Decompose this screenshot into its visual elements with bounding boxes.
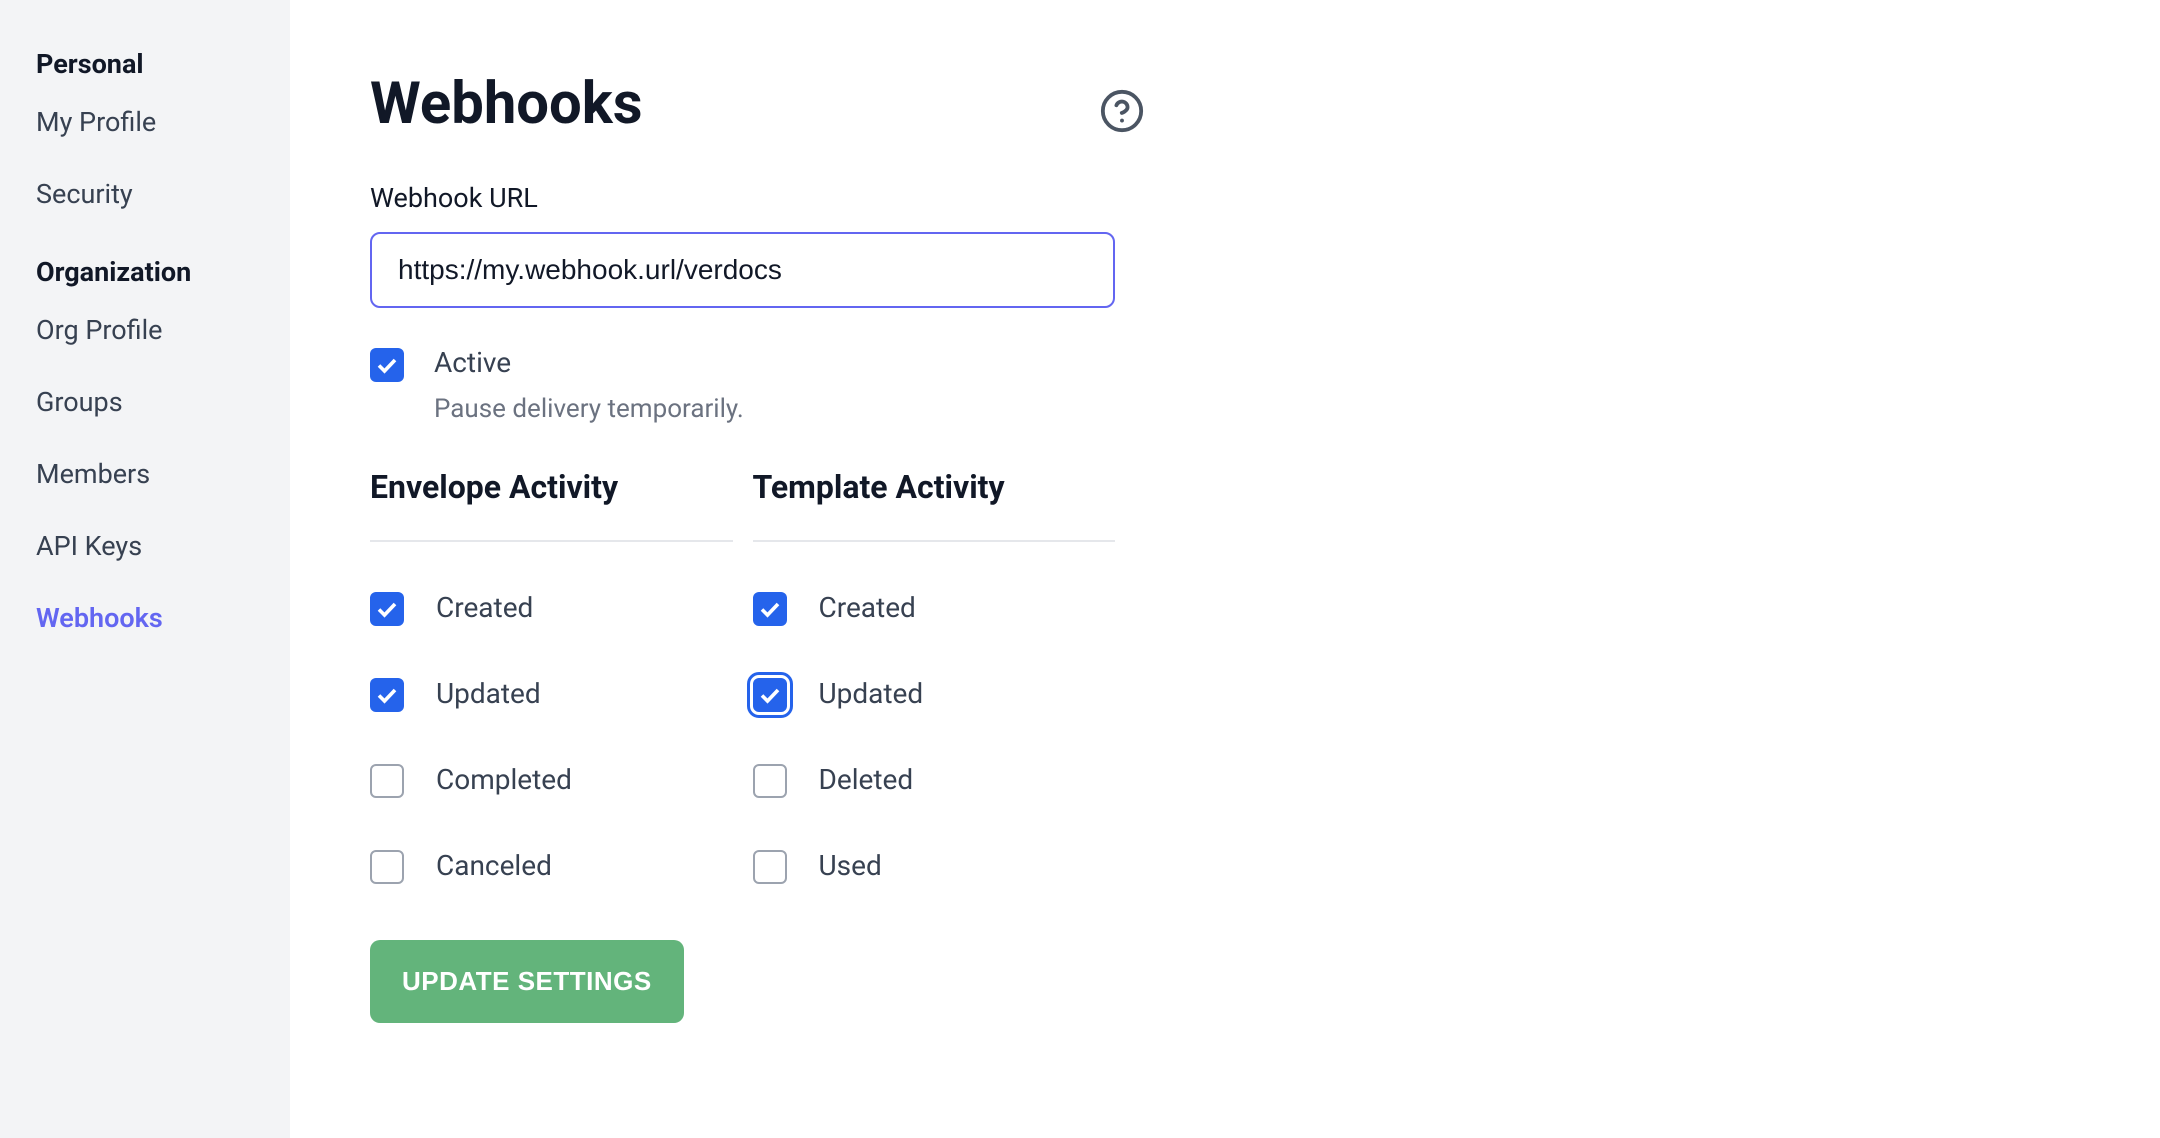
sidebar-item-my-profile[interactable]: My Profile <box>36 106 254 138</box>
envelope-updated-row: Updated <box>370 676 733 712</box>
template-used-label: Used <box>819 849 882 882</box>
template-deleted-checkbox[interactable] <box>753 764 787 798</box>
template-deleted-row: Deleted <box>753 762 1116 798</box>
template-created-label: Created <box>819 591 916 624</box>
template-used-checkbox[interactable] <box>753 850 787 884</box>
envelope-created-checkbox[interactable] <box>370 592 404 626</box>
sidebar-item-members[interactable]: Members <box>36 458 254 490</box>
envelope-canceled-checkbox[interactable] <box>370 850 404 884</box>
active-help: Pause delivery temporarily. <box>434 394 744 424</box>
envelope-updated-label: Updated <box>436 677 541 710</box>
envelope-activity-heading: Envelope Activity <box>370 468 733 542</box>
envelope-created-label: Created <box>436 591 533 624</box>
page-title: Webhooks <box>370 70 1115 138</box>
help-circle-icon[interactable] <box>1099 88 1145 134</box>
envelope-created-row: Created <box>370 590 733 626</box>
envelope-canceled-label: Canceled <box>436 849 552 882</box>
right-whitespace <box>1205 0 2160 1138</box>
active-checkbox[interactable] <box>370 348 404 382</box>
template-activity-column: Template Activity Created Updated Delete… <box>753 468 1116 1023</box>
main-content: Webhooks Webhook URL Active Pause delive… <box>290 0 1205 1138</box>
sidebar-section-personal: Personal My Profile Security <box>36 48 254 210</box>
template-created-row: Created <box>753 590 1116 626</box>
webhook-url-input[interactable] <box>370 232 1115 308</box>
sidebar-item-groups[interactable]: Groups <box>36 386 254 418</box>
update-settings-button[interactable]: Update Settings <box>370 940 684 1023</box>
sidebar-item-webhooks[interactable]: Webhooks <box>36 602 254 634</box>
sidebar-item-security[interactable]: Security <box>36 178 254 210</box>
envelope-updated-checkbox[interactable] <box>370 678 404 712</box>
template-updated-label: Updated <box>819 677 924 710</box>
webhook-url-label: Webhook URL <box>370 182 1115 214</box>
envelope-completed-checkbox[interactable] <box>370 764 404 798</box>
envelope-completed-row: Completed <box>370 762 733 798</box>
sidebar-heading-organization: Organization <box>36 256 254 288</box>
template-updated-row: Updated <box>753 676 1116 712</box>
sidebar-heading-personal: Personal <box>36 48 254 80</box>
envelope-activity-column: Envelope Activity Created Updated Comple… <box>370 468 733 1023</box>
active-label: Active <box>434 346 744 380</box>
template-deleted-label: Deleted <box>819 763 914 796</box>
template-used-row: Used <box>753 848 1116 884</box>
active-row: Active Pause delivery temporarily. <box>370 346 1115 424</box>
template-created-checkbox[interactable] <box>753 592 787 626</box>
template-updated-checkbox[interactable] <box>753 678 787 712</box>
envelope-completed-label: Completed <box>436 763 572 796</box>
envelope-canceled-row: Canceled <box>370 848 733 884</box>
sidebar-item-api-keys[interactable]: API Keys <box>36 530 254 562</box>
sidebar: Personal My Profile Security Organizatio… <box>0 0 290 1138</box>
activity-columns: Envelope Activity Created Updated Comple… <box>370 468 1115 1023</box>
template-activity-heading: Template Activity <box>753 468 1116 542</box>
sidebar-section-organization: Organization Org Profile Groups Members … <box>36 256 254 634</box>
sidebar-item-org-profile[interactable]: Org Profile <box>36 314 254 346</box>
